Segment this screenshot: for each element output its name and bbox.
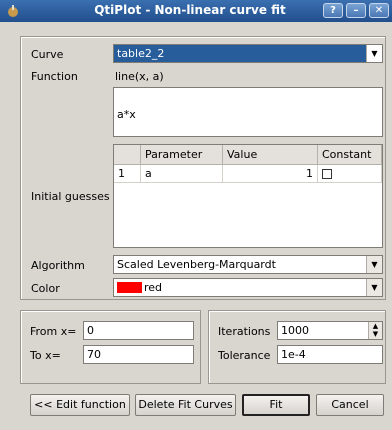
tolerance-field[interactable]: 1e-4 (277, 345, 383, 364)
algorithm-combo[interactable]: Scaled Levenberg-Marquardt ▼ (113, 255, 383, 274)
to-label: To x= (30, 349, 61, 362)
parameter-cell[interactable]: a (141, 165, 223, 183)
iterations-value: 1000 (281, 324, 309, 337)
iterations-spinbox[interactable]: 1000 ▲ ▼ (277, 321, 383, 340)
tolerance-value: 1e-4 (281, 348, 306, 361)
column-header-parameter[interactable]: Parameter (141, 145, 223, 165)
tolerance-label: Tolerance (218, 349, 271, 362)
color-combo[interactable]: red ▼ (113, 278, 383, 297)
title-bar[interactable]: QtiPlot - Non-linear curve fit ? – ✕ (0, 0, 392, 22)
spin-arrows-icon[interactable]: ▲ ▼ (368, 322, 382, 339)
edit-function-button[interactable]: << Edit function (30, 394, 130, 416)
cancel-button[interactable]: Cancel (316, 394, 384, 416)
color-swatch (117, 282, 142, 293)
fit-button[interactable]: Fit (242, 394, 310, 416)
iterations-label: Iterations (218, 325, 271, 338)
table-corner-header (114, 145, 141, 165)
curve-value: table2_2 (117, 47, 165, 60)
delete-fit-curves-button[interactable]: Delete Fit Curves (135, 394, 236, 416)
close-button[interactable]: ✕ (369, 3, 389, 18)
from-x-field[interactable]: 0 (83, 321, 194, 340)
value-cell[interactable]: 1 (223, 165, 318, 183)
constant-checkbox[interactable] (322, 169, 332, 179)
row-index: 1 (114, 165, 141, 183)
parameters-table[interactable]: Parameter Value Constant 1 a 1 (113, 144, 383, 248)
color-value: red (144, 281, 163, 294)
to-x-field[interactable]: 70 (83, 345, 194, 364)
function-value: line(x, a) (115, 70, 164, 83)
formula-text: a*x (117, 108, 136, 121)
constant-cell (318, 165, 382, 183)
help-button[interactable]: ? (323, 3, 343, 18)
initial-guesses-label: Initial guesses (31, 190, 110, 203)
from-label: From x= (30, 325, 77, 338)
color-label: Color (31, 282, 60, 295)
column-header-value[interactable]: Value (223, 145, 318, 165)
formula-editor[interactable]: a*x (113, 87, 383, 137)
column-header-constant[interactable]: Constant (318, 145, 382, 165)
curve-label: Curve (31, 48, 64, 61)
curve-combo[interactable]: table2_2 ▼ (113, 44, 383, 63)
algorithm-label: Algorithm (31, 259, 85, 272)
to-x-value: 70 (87, 348, 101, 361)
function-label: Function (31, 70, 78, 83)
chevron-down-icon: ▼ (366, 279, 382, 296)
chevron-down-icon: ▼ (366, 45, 382, 62)
from-x-value: 0 (87, 324, 94, 337)
minimize-button[interactable]: – (346, 3, 366, 18)
algorithm-value: Scaled Levenberg-Marquardt (117, 258, 276, 271)
chevron-down-icon: ▼ (366, 256, 382, 273)
